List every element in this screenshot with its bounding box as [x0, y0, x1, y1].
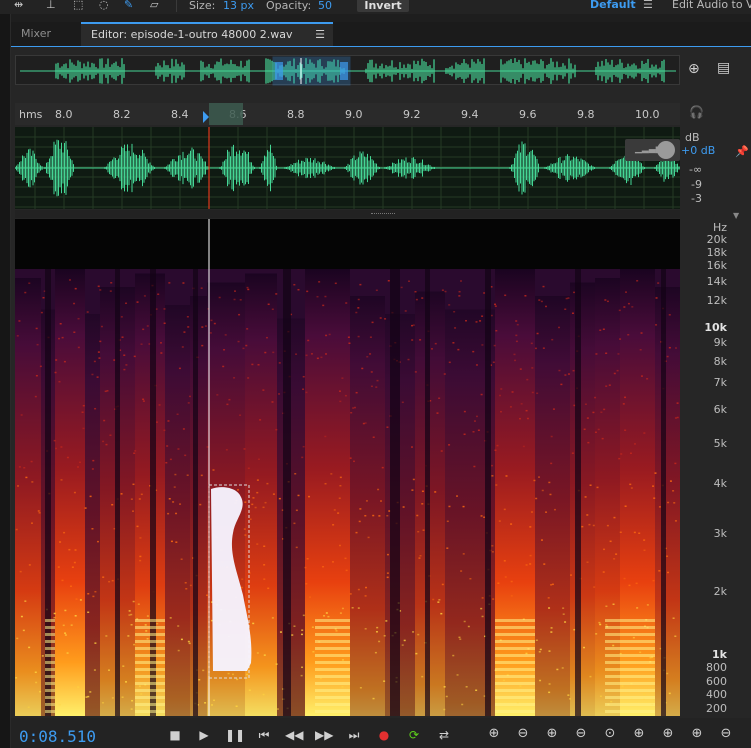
hz-scale-label: 3k: [713, 527, 727, 540]
zoom-frequency-icon[interactable]: ⊖: [717, 726, 735, 742]
editor-panel: ⊕ ▤ hms 8.08.28.48.68.89.09.29.49.69.810…: [11, 46, 751, 748]
brush-icon[interactable]: ✎: [124, 0, 133, 11]
panel-tab-bar: Mixer Editor: episode-1-outro 48000 2.wa…: [11, 22, 751, 46]
marquee-icon[interactable]: ⬚: [73, 0, 83, 11]
zoom-to-selection-icon[interactable]: ⊕: [688, 61, 700, 77]
hz-scale-label: 8k: [713, 355, 727, 368]
ruler-tick-label: 9.2: [403, 108, 421, 121]
next-button[interactable]: ⏭: [345, 727, 363, 743]
hz-scale-label: 14k: [706, 275, 727, 288]
pin-hud-icon[interactable]: 📌: [735, 145, 749, 158]
size-label: Size:: [189, 0, 216, 12]
ruler-tick-label: 9.0: [345, 108, 363, 121]
waveform-graphic: [14, 127, 680, 209]
hz-scale-label: 4k: [713, 477, 727, 490]
playhead-region-marker[interactable]: [203, 103, 249, 125]
amplitude-scale: dB -∞ -9 -3: [681, 127, 751, 209]
hz-scale-label: 16k: [706, 259, 727, 272]
top-toolbar: ⇹ ⊥ ⬚ ◌ ✎ ▱ Size: 13 px Opacity: 50 Inve…: [0, 0, 751, 14]
hz-scale-label: 10k: [704, 321, 727, 334]
hz-scale-label: 9k: [713, 336, 727, 349]
pause-button[interactable]: ❚❚: [225, 727, 245, 743]
zoom-out-full-icon[interactable]: ⊙: [601, 726, 619, 742]
size-value[interactable]: 13 px: [223, 0, 254, 11]
ruler-unit: hms: [19, 108, 43, 121]
workspace-menu-icon[interactable]: ☰: [643, 0, 653, 10]
ruler-tick-label: 8.2: [113, 108, 131, 121]
overview-waveform-graphic: [20, 56, 676, 86]
tab-menu-icon[interactable]: ☰: [315, 24, 325, 45]
opacity-label: Opacity:: [266, 0, 312, 12]
opacity-value[interactable]: 50: [318, 0, 332, 11]
frequency-selection-icon[interactable]: ⊥: [46, 0, 56, 11]
waveform-display[interactable]: [14, 127, 680, 209]
ruler-tick-label: 9.6: [519, 108, 537, 121]
overview-waveform[interactable]: [15, 55, 680, 86]
ruler-tick-label: 9.4: [461, 108, 479, 121]
frequency-scale: Hz 20k 18k 16k 14k 12k 10k 9k 8k 7k 6k 5k 4k 3k 2k 1k 80…: [681, 219, 751, 716]
hz-scale-label: 200: [706, 702, 727, 715]
ruler-tick-label: 8.0: [55, 108, 73, 121]
record-button[interactable]: ●: [375, 727, 393, 743]
previous-button[interactable]: ⏮: [255, 727, 273, 743]
zoom-in-amplitude-icon[interactable]: ⊕: [485, 726, 503, 742]
transport-bar: 0:08.510 ■ ▶ ❚❚ ⏮ ◀◀ ▶▶ ⏭ ● ⟳ ⇄ ⊕ ⊖ ⊕ ⊖ …: [11, 718, 751, 748]
zoom-in-right-icon[interactable]: ⊕: [659, 726, 677, 742]
hz-scale-label: 1k: [712, 648, 727, 661]
spot-healing-icon[interactable]: ▱: [150, 0, 158, 11]
rewind-button[interactable]: ◀◀: [285, 727, 303, 743]
headphones-icon[interactable]: 🎧: [689, 105, 704, 119]
hz-scale-label: 800: [706, 661, 727, 674]
spectral-frequency-display[interactable]: [15, 219, 680, 716]
ruler-tick-label: 9.8: [577, 108, 595, 121]
skip-selection-button[interactable]: ⇄: [435, 727, 453, 743]
scale-menu-icon[interactable]: ▼: [733, 211, 739, 220]
ruler-tick-label: 10.0: [635, 108, 660, 121]
lasso-icon[interactable]: ◌: [99, 0, 109, 11]
play-button[interactable]: ▶: [195, 727, 213, 743]
invert-button[interactable]: Invert: [357, 0, 409, 12]
hz-scale-label: 2k: [713, 585, 727, 598]
hz-scale-label: 5k: [713, 437, 727, 450]
time-selection-icon[interactable]: ⇹: [14, 0, 23, 11]
gain-hud[interactable]: ▁▂▃▅: [625, 139, 680, 161]
hz-scale-label: 18k: [706, 246, 727, 259]
db-unit-label: dB: [685, 131, 700, 144]
db-scale-label: -9: [691, 178, 702, 191]
current-time-display[interactable]: 0:08.510: [19, 727, 96, 746]
zoom-in-time-icon[interactable]: ⊕: [543, 726, 561, 742]
gain-value[interactable]: +0 dB: [681, 144, 715, 157]
tab-editor[interactable]: Editor: episode-1-outro 48000 2.wav ☰: [81, 22, 333, 46]
edit-audio-to-video[interactable]: Edit Audio to V: [672, 0, 751, 10]
hz-scale-label: 600: [706, 675, 727, 688]
hz-scale-label: 12k: [706, 294, 727, 307]
toolbar-divider: [176, 0, 177, 12]
workspace-default[interactable]: Default: [590, 0, 636, 10]
hz-scale-label: 400: [706, 688, 727, 701]
loop-button[interactable]: ⟳: [405, 727, 423, 743]
view-menu-icon[interactable]: ▤: [717, 60, 730, 76]
fast-forward-button[interactable]: ▶▶: [315, 727, 333, 743]
tab-editor-label: Editor: episode-1-outro 48000 2.wav: [91, 28, 293, 41]
db-scale-label: -∞: [689, 163, 703, 176]
left-panel-edge: [0, 14, 11, 748]
time-ruler[interactable]: hms 8.08.28.48.68.89.09.29.49.69.810.0: [15, 103, 680, 125]
spectrogram-graphic: [15, 219, 680, 716]
stop-button[interactable]: ■: [166, 727, 184, 743]
ruler-tick-label: 8.8: [287, 108, 305, 121]
hz-scale-label: 6k: [713, 403, 727, 416]
ruler-tick-label: 8.4: [171, 108, 189, 121]
hz-scale-label: 7k: [713, 376, 727, 389]
gain-knob-icon[interactable]: [657, 141, 675, 159]
zoom-out-time-icon[interactable]: ⊖: [572, 726, 590, 742]
zoom-selection-icon[interactable]: ⊕: [688, 726, 706, 742]
hz-scale-label: 20k: [706, 233, 727, 246]
zoom-out-amplitude-icon[interactable]: ⊖: [514, 726, 532, 742]
view-splitter[interactable]: [15, 210, 680, 218]
db-scale-label: -3: [691, 192, 702, 205]
splitter-grip-icon: [371, 213, 395, 215]
zoom-in-left-icon[interactable]: ⊕: [630, 726, 648, 742]
tab-mixer[interactable]: Mixer: [11, 22, 79, 46]
